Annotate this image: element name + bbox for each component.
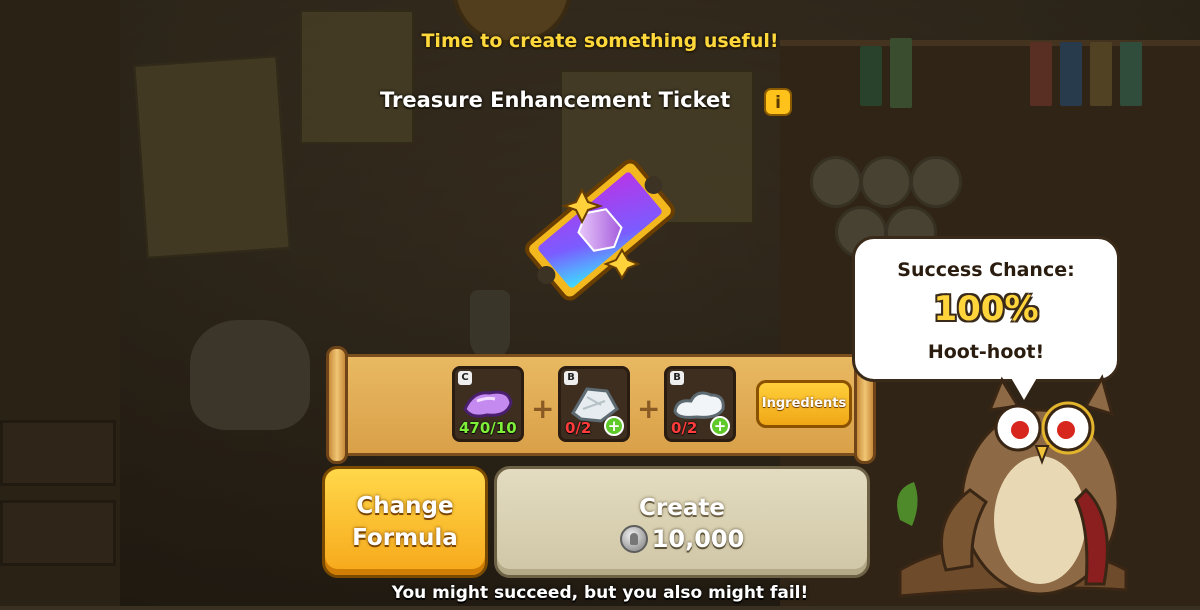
- success-chance-bubble: Success Chance: 100% Hoot-hoot!: [852, 236, 1120, 382]
- add-plus-icon[interactable]: +: [604, 416, 624, 436]
- cost-value: 10,000: [651, 525, 745, 553]
- item-title: Treasure Enhancement Ticket: [380, 88, 731, 112]
- treasure-ticket-icon: [510, 150, 690, 310]
- owl-character: [890, 370, 1130, 606]
- success-chance-label: Success Chance:: [897, 259, 1075, 281]
- ingredient-slot-silver-powder[interactable]: B 0/2 +: [558, 366, 630, 442]
- coin-icon: [619, 525, 648, 553]
- footer-warning: You might succeed, but you also might fa…: [391, 583, 809, 603]
- ingredient-slot-purple-crystal[interactable]: C 470/10: [452, 366, 524, 442]
- change-label-line1: Change: [356, 493, 454, 519]
- success-chance-value: 100%: [933, 289, 1039, 329]
- create-cost: 10,000: [497, 525, 867, 553]
- info-icon[interactable]: i: [764, 88, 792, 116]
- create-label: Create: [639, 495, 725, 521]
- ingredient-count: 470/10: [459, 419, 517, 437]
- change-formula-button[interactable]: Change Formula: [322, 466, 488, 578]
- ingredients-button[interactable]: Ingredients: [756, 380, 852, 428]
- change-label-line2: Formula: [352, 525, 458, 551]
- create-button[interactable]: Create 10,000: [494, 466, 870, 578]
- plus-separator: +: [637, 392, 661, 425]
- plus-separator: +: [531, 392, 555, 425]
- add-plus-icon[interactable]: +: [710, 416, 730, 436]
- owl-remark: Hoot-hoot!: [927, 341, 1045, 363]
- headline-prompt: Time to create something useful!: [421, 30, 779, 52]
- ingredient-slot-silver-dough[interactable]: B 0/2 +: [664, 366, 736, 442]
